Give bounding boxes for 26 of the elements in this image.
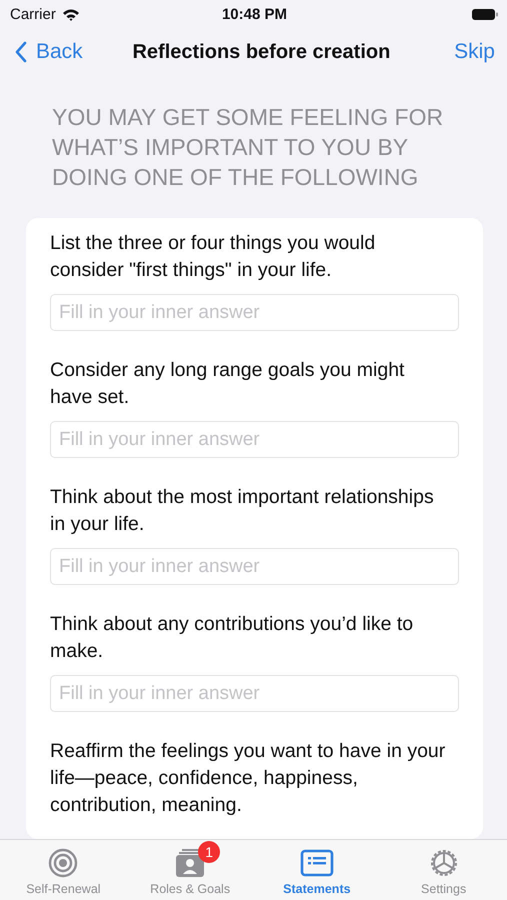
tab-item[interactable]: Statements (254, 840, 380, 900)
list-icon (300, 849, 334, 877)
tab-item[interactable]: 1 Roles & Goals (126, 840, 254, 900)
answer-field[interactable]: Fill in your inner answer (50, 421, 459, 458)
carrier-label: Carrier (10, 6, 56, 22)
question-text: Think about the most important relationships in your life. (50, 485, 435, 537)
skip-button[interactable]: Skip (454, 40, 495, 64)
contact-card-icon (174, 847, 206, 879)
battery-icon (470, 8, 499, 20)
wifi-icon (62, 8, 80, 20)
answer-field[interactable]: Fill in your inner answer (50, 675, 459, 712)
back-button[interactable]: Back (14, 40, 83, 64)
tab-item[interactable]: Self-Renewal (0, 840, 127, 900)
question-text: Consider any long range goals you might have set. (50, 358, 406, 410)
target-icon (47, 847, 80, 879)
question-text: Think about any contributions you’d like to make. (50, 612, 414, 664)
section-header: YOU MAY GET SOME FEELING FOR WHAT’S IMPORTANT TO YOU BY DOING ONE OF THE FOLLOWING (52, 103, 444, 192)
nav-title: Reflections before creation (132, 40, 390, 64)
answer-field[interactable]: Fill in your inner answer (50, 548, 459, 585)
clock-time: 10:48 PM (222, 6, 288, 22)
question-text: Reaffirm the feelings you want to have in your life—peace, confidence, happiness, contribution, meaning. (50, 739, 446, 818)
answer-field[interactable]: Fill in your inner answer (50, 294, 459, 331)
chevron-left-icon (14, 41, 28, 63)
tab-item[interactable]: Settings (380, 840, 507, 900)
notification-badge: 1 (198, 841, 220, 863)
question-text: List the three or four things you would consider "first things" in your life. (50, 231, 376, 283)
